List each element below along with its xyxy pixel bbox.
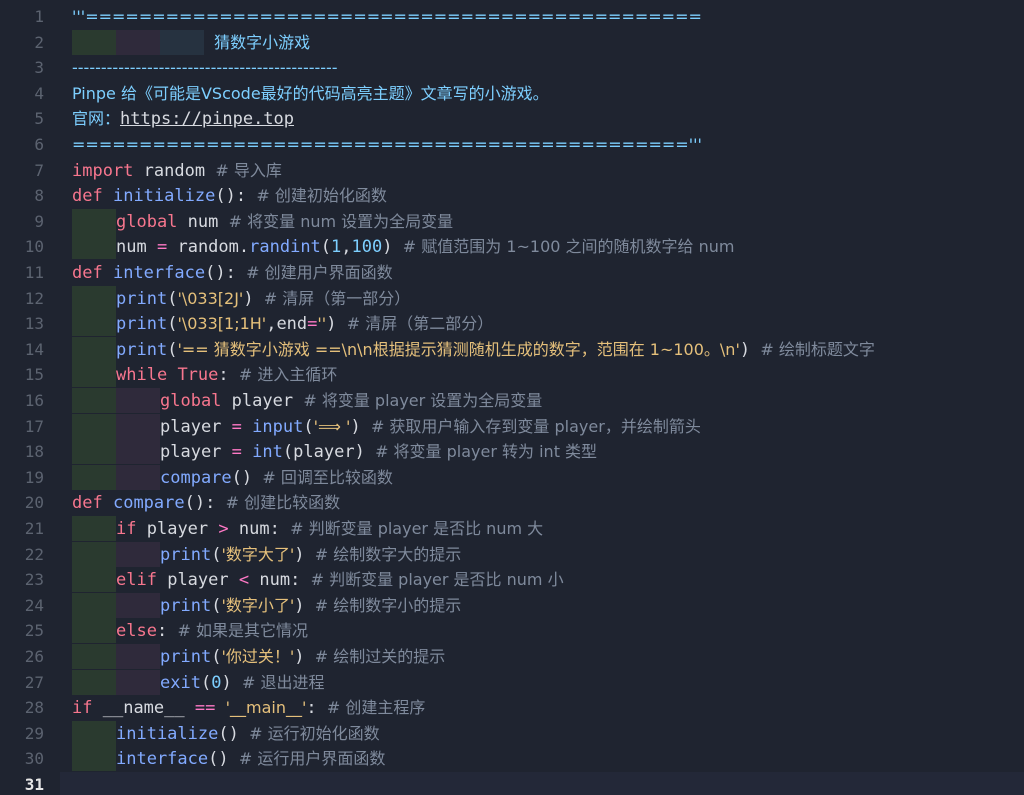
line-number: 27 <box>24 672 44 692</box>
code-line-text: else: # 如果是其它情况 <box>72 618 308 644</box>
code-line[interactable]: def initialize(): # 创建初始化函数 <box>60 183 1024 208</box>
code-line-text: while True: # 进入主循环 <box>72 362 337 388</box>
code-line-text: print('\033[2J') # 清屏（第一部分） <box>72 285 410 312</box>
line-number: 17 <box>24 416 44 436</box>
code-line[interactable]: player = input('⟹ ') # 获取用户输入存到变量 player… <box>60 413 1024 440</box>
line-number: 12 <box>24 288 44 308</box>
code-line[interactable]: def interface(): # 创建用户界面函数 <box>60 260 1024 285</box>
code-line-text: print('\033[1;1H',end='') # 清屏（第二部分） <box>72 311 493 337</box>
code-line[interactable] <box>60 772 1024 795</box>
line-number: 25 <box>24 621 44 641</box>
code-line[interactable]: ----------------------------------------… <box>60 55 1024 80</box>
code-line[interactable]: compare() # 回调至比较函数 <box>60 464 1024 491</box>
line-number: 31 <box>24 775 44 794</box>
line-number: 7 <box>34 160 44 180</box>
code-line[interactable]: if player > num: # 判断变量 player 是否比 num 大 <box>60 516 1024 541</box>
code-line[interactable]: print('数字小了') # 绘制数字小的提示 <box>60 592 1024 619</box>
code-line-text: player = int(player) # 将变量 player 转为 int… <box>72 439 597 465</box>
code-line-text: print('你过关！') # 绘制过关的提示 <box>72 644 445 670</box>
code-line-text: initialize() # 运行初始化函数 <box>72 720 380 747</box>
code-line-text: global player # 将变量 player 设置为全局变量 <box>72 388 542 414</box>
code-line-text: 猜数字小游戏 <box>72 29 310 56</box>
line-number: 19 <box>24 467 44 487</box>
line-number: 15 <box>24 365 44 385</box>
code-line-text: if __name__ == '__main__': # 创建主程序 <box>72 698 426 719</box>
line-number: 22 <box>24 544 44 564</box>
code-area[interactable]: '''=====================================… <box>60 0 1024 795</box>
code-line[interactable]: import random # 导入库 <box>60 158 1024 183</box>
code-line-text: Pinpe 给《可能是VScode最好的代码高亮主题》文章写的小游戏。 <box>72 83 549 103</box>
line-number: 14 <box>24 339 44 359</box>
line-number: 5 <box>34 109 44 129</box>
code-line[interactable]: num = random.randint(1,100) # 赋值范围为 1~10… <box>60 234 1024 260</box>
line-number: 28 <box>24 698 44 718</box>
code-line[interactable]: exit(0) # 退出进程 <box>60 669 1024 696</box>
code-line[interactable]: global player # 将变量 player 设置为全局变量 <box>60 388 1024 413</box>
code-line[interactable]: if __name__ == '__main__': # 创建主程序 <box>60 695 1024 720</box>
line-number: 26 <box>24 647 44 666</box>
line-number: 16 <box>24 391 44 410</box>
line-number-gutter: 1 2 3 4 5 6 7 8 9 10 11 12 13 14 15 16 17 18 19 20 21 22 23 24 2… <box>0 0 60 795</box>
code-line[interactable]: print('\033[1;1H',end='') # 清屏（第二部分） <box>60 311 1024 337</box>
code-editor[interactable]: 1 2 3 4 5 6 7 8 9 10 11 12 13 14 15 16 17 18 19 20 21 22 23 24 2… <box>0 0 1024 795</box>
code-line-text: def initialize(): # 创建初始化函数 <box>72 186 387 207</box>
code-line[interactable]: global num # 将变量 num 设置为全局变量 <box>60 208 1024 235</box>
line-number: 13 <box>24 314 44 334</box>
code-line[interactable]: print('\033[2J') # 清屏（第一部分） <box>60 285 1024 312</box>
line-number: 24 <box>24 595 44 615</box>
line-number: 18 <box>24 442 44 462</box>
code-line[interactable]: while True: # 进入主循环 <box>60 362 1024 388</box>
code-line[interactable]: initialize() # 运行初始化函数 <box>60 720 1024 747</box>
code-line[interactable]: print('== 猜数字小游戏 ==\n\n根据提示猜测随机生成的数字，范围在… <box>60 336 1024 363</box>
code-line[interactable]: print('数字大了') # 绘制数字大的提示 <box>60 541 1024 568</box>
code-line-text: global num # 将变量 num 设置为全局变量 <box>72 208 453 235</box>
code-line[interactable]: Pinpe 给《可能是VScode最好的代码高亮主题》文章写的小游戏。 <box>60 81 1024 106</box>
code-line[interactable]: ========================================… <box>60 132 1024 157</box>
code-line[interactable]: else: # 如果是其它情况 <box>60 618 1024 644</box>
line-number: 3 <box>34 58 44 78</box>
code-line-text: if player > num: # 判断变量 player 是否比 num 大 <box>72 516 543 542</box>
code-line-text: player = input('⟹ ') # 获取用户输入存到变量 player… <box>72 413 701 440</box>
code-line[interactable]: player = int(player) # 将变量 player 转为 int… <box>60 439 1024 465</box>
line-number: 11 <box>24 263 44 282</box>
code-line[interactable]: def compare(): # 创建比较函数 <box>60 490 1024 515</box>
code-line-text: import random # 导入库 <box>72 160 282 181</box>
code-line-text: interface() # 运行用户界面函数 <box>72 746 385 772</box>
code-line-text: print('数字大了') # 绘制数字大的提示 <box>72 541 461 568</box>
code-line-text: elif player < num: # 判断变量 player 是否比 num… <box>72 567 564 593</box>
line-number: 4 <box>34 83 44 103</box>
line-number: 23 <box>24 570 44 590</box>
line-number: 1 <box>34 7 44 26</box>
code-line-text: 官网：https://pinpe.top <box>72 109 295 130</box>
code-line[interactable]: 官网：https://pinpe.top <box>60 106 1024 131</box>
line-number: 2 <box>34 32 44 52</box>
line-number: 6 <box>34 135 44 154</box>
code-line-text: print('数字小了') # 绘制数字小的提示 <box>72 592 461 619</box>
code-line[interactable]: 猜数字小游戏 <box>60 29 1024 56</box>
code-line[interactable]: interface() # 运行用户界面函数 <box>60 746 1024 772</box>
code-line-text: exit(0) # 退出进程 <box>72 669 324 696</box>
code-line-text: ----------------------------------------… <box>72 58 338 78</box>
line-number: 10 <box>24 237 44 257</box>
code-line[interactable]: print('你过关！') # 绘制过关的提示 <box>60 644 1024 669</box>
code-line[interactable]: elif player < num: # 判断变量 player 是否比 num… <box>60 567 1024 593</box>
code-line-text: '''=====================================… <box>72 7 702 26</box>
line-number: 30 <box>24 749 44 769</box>
code-line-text: def compare(): # 创建比较函数 <box>72 493 341 514</box>
code-line-text: ========================================… <box>72 135 702 154</box>
code-line-text: compare() # 回调至比较函数 <box>72 464 393 491</box>
code-line-text: print('== 猜数字小游戏 ==\n\n根据提示猜测随机生成的数字，范围在… <box>72 336 875 363</box>
line-number: 9 <box>34 211 44 231</box>
line-number: 29 <box>24 723 44 743</box>
code-line[interactable]: '''=====================================… <box>60 4 1024 29</box>
line-number: 8 <box>34 186 44 206</box>
line-number: 21 <box>24 519 44 538</box>
line-number: 20 <box>24 493 44 513</box>
code-line-text: def interface(): # 创建用户界面函数 <box>72 263 393 283</box>
code-line-text: num = random.randint(1,100) # 赋值范围为 1~10… <box>72 234 735 260</box>
